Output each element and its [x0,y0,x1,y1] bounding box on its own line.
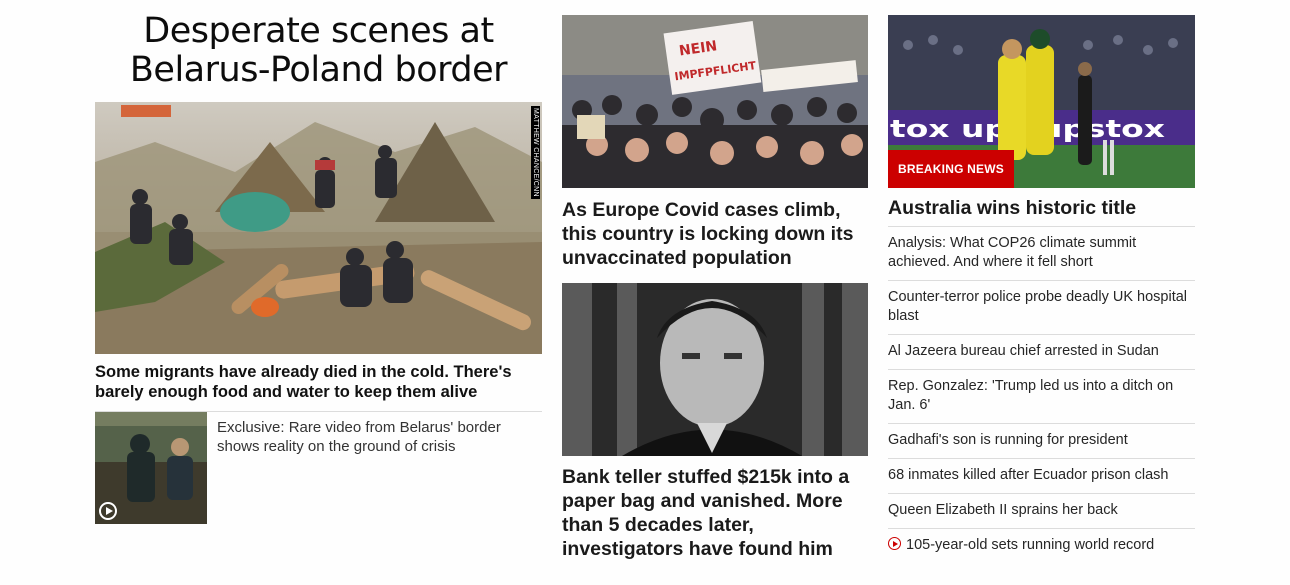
covid-protest-photo[interactable]: NEIN IMPFPFLICHT [562,15,868,188]
cricket-photo[interactable]: tox ups upstox BREAKING NEWS [888,15,1195,188]
list-item[interactable]: Counter-terror police probe deadly UK ho… [888,280,1195,334]
sub-story-headline[interactable]: Exclusive: Rare video from Belarus' bord… [217,412,542,524]
cricket-headline[interactable]: Australia wins historic title [888,196,1195,220]
middle-column: NEIN IMPFPFLICHT As Europe Covid cases c… [562,0,868,561]
headline-list: Analysis: What COP26 climate summit achi… [888,226,1195,563]
list-item[interactable]: Gadhafi's son is running for president [888,423,1195,458]
lead-column: Desperate scenes at Belarus-Poland borde… [95,0,542,524]
lead-headline[interactable]: Desperate scenes at Belarus-Poland borde… [95,12,542,102]
list-item[interactable]: Queen Elizabeth II sprains her back [888,493,1195,528]
lead-photo[interactable]: MATTHEW CHANCE/CNN [95,102,542,354]
bank-teller-headline[interactable]: Bank teller stuffed $215k into a paper b… [562,465,868,561]
list-item-label: 105-year-old sets running world record [906,537,1155,553]
play-icon[interactable] [99,502,117,520]
list-item-video[interactable]: 105-year-old sets running world record [888,528,1195,563]
breaking-news-badge: BREAKING NEWS [888,150,1014,188]
list-item[interactable]: Analysis: What COP26 climate summit achi… [888,226,1195,280]
bank-teller-photo[interactable] [562,283,868,456]
list-item[interactable]: Al Jazeera bureau chief arrested in Suda… [888,334,1195,369]
lead-caption[interactable]: Some migrants have already died in the c… [95,362,542,402]
sub-story-thumbnail[interactable] [95,412,207,524]
photo-credit: MATTHEW CHANCE/CNN [531,106,540,199]
right-column: tox ups upstox BREAKING NEWS Australia w… [888,0,1195,563]
sub-story[interactable]: Exclusive: Rare video from Belarus' bord… [95,412,542,524]
video-play-icon [888,537,901,550]
covid-story-headline[interactable]: As Europe Covid cases climb, this countr… [562,198,868,270]
list-item[interactable]: 68 inmates killed after Ecuador prison c… [888,458,1195,493]
list-item[interactable]: Rep. Gonzalez: 'Trump led us into a ditc… [888,369,1195,423]
